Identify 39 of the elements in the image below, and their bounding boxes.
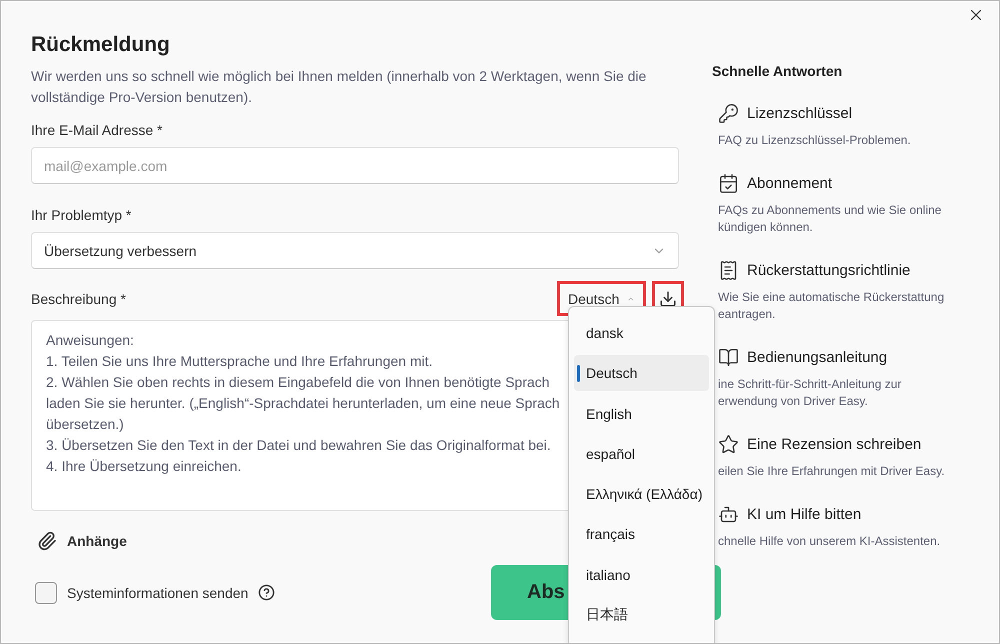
- language-option[interactable]: italiano: [574, 556, 709, 593]
- quick-answer-link[interactable]: Abonnement: [712, 173, 832, 194]
- language-option[interactable]: français: [574, 516, 709, 552]
- checkbox[interactable]: [35, 582, 57, 604]
- quick-answer-description: chnelle Hilfe von unserem KI-Assistenten.: [718, 533, 940, 550]
- calendar-check-icon: [718, 173, 739, 194]
- robot-icon: [718, 504, 739, 525]
- quick-answer-description: kündigen können.: [718, 219, 813, 236]
- dialog-title: Rückmeldung: [31, 33, 171, 57]
- quick-answer-description: FAQ zu Lizenzschlüssel-Problemen.: [718, 132, 911, 149]
- key-icon: [718, 103, 739, 124]
- quick-answer-link[interactable]: Lizenzschlüssel: [712, 103, 852, 124]
- help-icon[interactable]: [258, 584, 276, 601]
- quick-answer-description: eilen Sie Ihre Erfahrungen mit Driver Easy.: [718, 463, 945, 480]
- quick-answer-link[interactable]: Eine Rezension schreiben: [712, 434, 922, 455]
- quick-answer-description: Wie Sie eine automatische Rückerstattung: [718, 289, 944, 306]
- language-option[interactable]: Deutsch: [574, 355, 709, 392]
- quick-answer-description: erwendung von Driver Easy.: [718, 393, 868, 410]
- receipt-icon: [718, 260, 739, 281]
- quick-answers-title: Schnelle Antworten: [712, 63, 844, 79]
- quick-answer-link[interactable]: KI um Hilfe bitten: [712, 504, 862, 525]
- language-option[interactable]: 日本語: [574, 597, 709, 634]
- attachments-button[interactable]: Anhänge: [31, 531, 127, 551]
- email-label: Ihre E-Mail Adresse *: [31, 122, 164, 138]
- quick-answer-description: ine Schritt-für-Schritt-Anleitung zur: [718, 376, 902, 393]
- paperclip-icon: [37, 531, 57, 551]
- quick-answer-description: FAQs zu Abonnements und wie Sie online: [718, 202, 942, 219]
- problem-type-label: Ihr Problemtyp *: [31, 207, 132, 223]
- quick-answer-link[interactable]: Bedienungsanleitung: [712, 347, 888, 368]
- problem-type-dropdown[interactable]: Übersetzung verbessern: [31, 232, 679, 269]
- email-field[interactable]: mail@example.com: [31, 147, 679, 184]
- quick-answer-link[interactable]: Rückerstattungsrichtlinie: [712, 260, 910, 281]
- system-info-label: Systeminformationen senden: [67, 584, 248, 600]
- book-icon: [718, 347, 739, 368]
- star-icon: [718, 434, 739, 455]
- download-icon: [659, 290, 677, 308]
- description-label: Beschreibung *: [31, 290, 126, 306]
- intro-text: Wir werden uns so schnell wie möglich bei Ihnen melden (innerhalb von 2 Werktagen, wenn Sie die vollständige Pro-Version benutzen).: [31, 67, 648, 107]
- quick-answer-description: eantragen.: [718, 306, 776, 323]
